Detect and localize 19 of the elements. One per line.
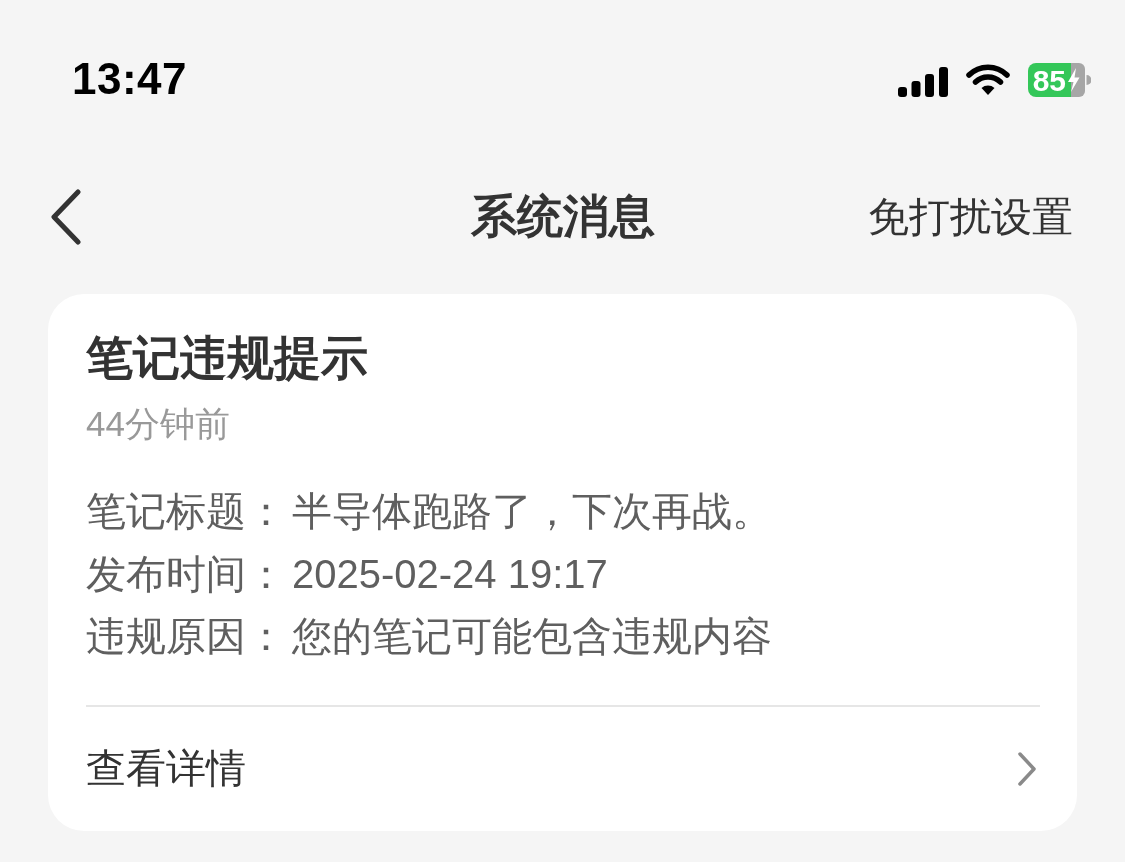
status-time: 13:47	[72, 54, 188, 104]
notification-title: 笔记违规提示	[86, 330, 369, 386]
detail-value: 2025-02-24 19:17	[292, 550, 608, 598]
notification-time: 44分钟前	[86, 403, 231, 445]
detail-label: 违规原因：	[86, 613, 286, 660]
page-title: 系统消息	[470, 189, 655, 244]
battery-percentage: 85	[1027, 63, 1067, 97]
detail-value: 您的笔记可能包含违规内容	[292, 613, 772, 660]
charging-battery-end-icon	[1067, 63, 1091, 97]
detail-value: 半导体跑路了，下次再战。	[292, 488, 772, 535]
chevron-right-icon	[1017, 750, 1037, 787]
signal-icon	[897, 67, 948, 97]
detail-label: 发布时间：	[86, 550, 286, 598]
do-not-disturb-settings-link[interactable]: 免打扰设置	[868, 189, 1073, 245]
back-button[interactable]	[50, 189, 82, 245]
view-details-row[interactable]: 查看详情	[86, 706, 1040, 831]
back-chevron-icon	[50, 189, 82, 245]
detail-label: 笔记标题：	[86, 488, 286, 535]
wifi-icon	[965, 64, 1010, 96]
